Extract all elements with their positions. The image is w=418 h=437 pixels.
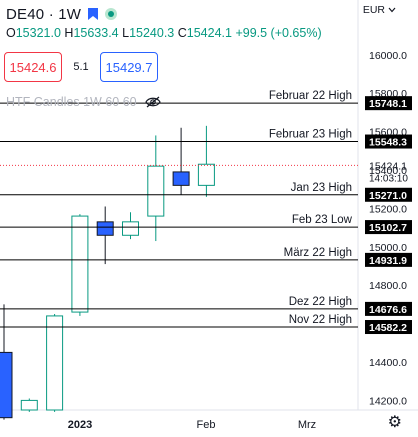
level-price-label: 15102.7: [369, 222, 407, 234]
open-value: 15321.0: [15, 26, 61, 40]
open-label: O: [6, 26, 16, 40]
candle-body: [172, 171, 190, 186]
level-price-label: 14676.6: [369, 304, 407, 316]
price-tick-label: 14800.0: [369, 280, 407, 292]
candle-body: [122, 221, 139, 236]
price-tick-label: 15000.0: [369, 242, 407, 254]
candle-body: [147, 165, 165, 217]
level-price-label: 14582.2: [369, 322, 407, 334]
low-value: 15240.3: [129, 26, 175, 40]
level-label: Feb 23 Low: [292, 214, 353, 226]
candle-body: [20, 399, 38, 411]
level-price-label: 15548.3: [369, 137, 407, 149]
buy-button[interactable]: 15429.7: [100, 52, 158, 82]
close-label: C: [177, 26, 187, 40]
level-label: Februar 23 High: [269, 129, 352, 141]
level-label: Februar 22 High: [269, 90, 352, 102]
close-value: 15424.1: [186, 26, 232, 40]
chevron-down-icon: [388, 7, 396, 13]
indicator-legend[interactable]: HTF Candles 1W 60 60: [6, 95, 161, 109]
level-price-label: 15748.1: [369, 98, 407, 110]
current-price-label: 15424.1: [369, 160, 407, 172]
gear-icon[interactable]: ⚙: [388, 412, 402, 432]
candle-body: [46, 315, 64, 411]
countdown-label: 14:03:10: [369, 173, 408, 184]
market-open-dot-icon: [105, 8, 118, 20]
symbol-title[interactable]: DE40 · 1W: [6, 6, 81, 23]
level-label: März 22 High: [284, 247, 352, 259]
level-label: Dez 22 High: [289, 296, 352, 308]
spread-value: 5.1: [73, 61, 89, 73]
change-value: +99.5 (+0.65%): [235, 26, 322, 40]
currency-select[interactable]: EUR: [363, 4, 396, 16]
sell-button[interactable]: 15424.6: [4, 52, 62, 82]
high-value: 15633.4: [73, 26, 119, 40]
time-tick-label: Feb: [197, 419, 216, 431]
chart-header: DE40 · 1W: [6, 4, 118, 24]
price-tick-label: 14400.0: [369, 357, 407, 369]
trade-panel: 15424.6 5.1 15429.7: [4, 52, 158, 82]
candle-body: [197, 163, 215, 186]
indicator-label: HTF Candles 1W 60 60: [6, 95, 137, 109]
level-price-label: 15271.0: [369, 190, 407, 202]
ohlc-legend: O15321.0 H15633.4 L15240.3 C15424.1 +99.…: [6, 26, 322, 40]
currency-label: EUR: [362, 4, 385, 16]
level-price-label: 14931.9: [369, 255, 407, 267]
price-tick-label: 14200.0: [369, 395, 407, 407]
price-tick-label: 15200.0: [369, 203, 407, 215]
candle-body: [96, 221, 114, 236]
eye-hidden-icon[interactable]: [144, 96, 161, 108]
level-label: Jan 23 High: [291, 182, 352, 194]
flag-icon[interactable]: [87, 7, 99, 21]
time-tick-label: 2023: [68, 419, 92, 431]
candle-body: [71, 215, 89, 313]
candle-body: [0, 351, 13, 419]
level-label: Nov 22 High: [289, 314, 352, 326]
price-tick-label: 16000.0: [369, 50, 407, 62]
time-tick-label: Mrz: [298, 419, 316, 431]
